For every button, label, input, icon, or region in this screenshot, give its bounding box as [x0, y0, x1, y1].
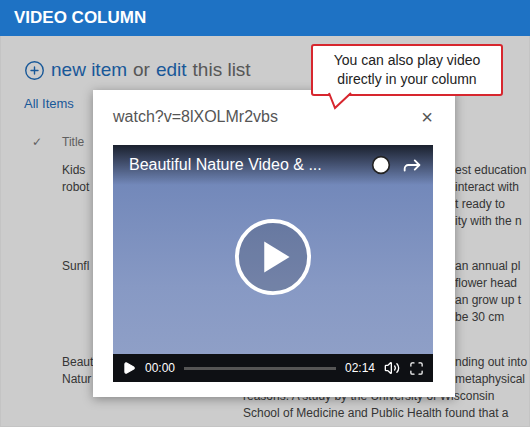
fullscreen-icon[interactable]	[409, 361, 424, 376]
current-time: 00:00	[145, 361, 175, 375]
video-top-bar: Beautiful Nature Video & ...	[113, 145, 433, 185]
close-button[interactable]: ×	[421, 107, 433, 127]
volume-icon[interactable]	[384, 360, 400, 376]
app: VIDEO COLUMNnew itemoreditthis listAll I…	[0, 0, 530, 427]
video-dialog: watch?v=8lXOLMr2vbs × Beautiful Nature Vid…	[93, 90, 455, 397]
callout-text: You can also play video directly in your…	[321, 51, 493, 89]
callout: You can also play video directly in your…	[311, 44, 503, 96]
page-header: VIDEO COLUMN	[0, 0, 530, 36]
play-overlay-icon[interactable]	[234, 218, 312, 296]
video-title[interactable]: Beautiful Nature Video & ...	[129, 156, 361, 174]
duration: 02:14	[345, 361, 375, 375]
share-icon[interactable]	[401, 154, 423, 176]
callout-tail-icon	[329, 92, 355, 110]
dialog-header: watch?v=8lXOLMr2vbs ×	[113, 106, 433, 128]
progress-track[interactable]	[184, 367, 336, 370]
watch-later-icon[interactable]	[371, 155, 391, 175]
video-controls: 00:00 02:14	[113, 354, 433, 382]
dialog-title: watch?v=8lXOLMr2vbs	[113, 108, 278, 126]
play-icon[interactable]	[122, 361, 136, 375]
video-player[interactable]: Beautiful Nature Video & ... 00:00 02:14	[113, 145, 433, 382]
